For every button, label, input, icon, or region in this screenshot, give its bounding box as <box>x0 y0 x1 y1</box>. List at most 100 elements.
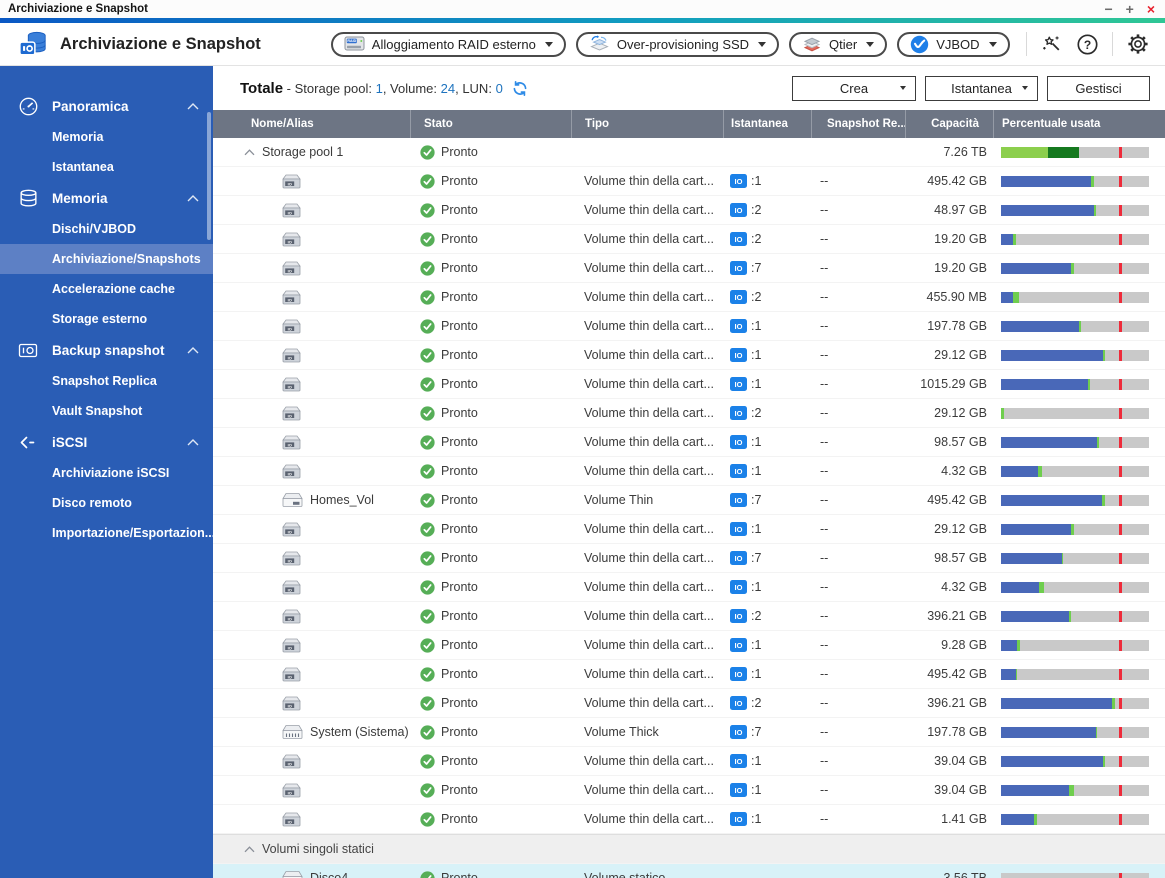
table-row-homes-vol[interactable]: Homes_Vol Pronto Volume Thin IO:7 -- 495.42 G… <box>213 486 1165 515</box>
capacity-cell: 1.41 GB <box>905 812 993 826</box>
snapshot-badge-icon[interactable]: IO <box>730 754 747 768</box>
sidebar-item-dischi-vjbod[interactable]: Dischi/VJBOD <box>0 214 213 244</box>
table-row-volume[interactable]: IO Pronto Volume thin della cart... IO:1 -- 4… <box>213 573 1165 602</box>
snapshot-badge-icon[interactable]: IO <box>730 667 747 681</box>
close-button[interactable]: × <box>1147 2 1155 16</box>
sidebar-item-storage-esterno[interactable]: Storage esterno <box>0 304 213 334</box>
table-row-volume[interactable]: IO Pronto Volume thin della cart... IO:1 -- 4… <box>213 457 1165 486</box>
sidebar-item-snapshot-replica[interactable]: Snapshot Replica <box>0 366 213 396</box>
maximize-button[interactable]: + <box>1126 2 1134 16</box>
snapshot-badge-icon[interactable]: IO <box>730 319 747 333</box>
table-row-volume[interactable]: IO Pronto Volume thin della cart... IO:2 -- 3… <box>213 689 1165 718</box>
minimize-button[interactable]: − <box>1104 2 1112 16</box>
snapshot-badge-icon[interactable]: IO <box>730 290 747 304</box>
snapshot-badge-icon[interactable]: IO <box>730 348 747 362</box>
table-row-volume[interactable]: IO Pronto Volume thin della cart... IO:1 -- 9… <box>213 631 1165 660</box>
sidebar-item-disco-remoto[interactable]: Disco remoto <box>0 488 213 518</box>
usage-bar-segment <box>1112 697 1115 709</box>
snapshot-badge-icon[interactable]: IO <box>730 725 747 739</box>
table-row-system-sistema[interactable]: System (Sistema) Pronto Volume Thick IO:7 --… <box>213 718 1165 747</box>
column-header-capacit[interactable]: Capacità <box>905 110 993 138</box>
snapshot-badge-icon[interactable]: IO <box>730 812 747 826</box>
table-row-storage-pool-1[interactable]: Storage pool 1 Pronto 7.26 TB <box>213 138 1165 167</box>
volume-type: Volume thin della cart... <box>584 290 714 304</box>
sidebar-item-archiviazione-iscsi[interactable]: Archiviazione iSCSI <box>0 458 213 488</box>
table-row-volume[interactable]: IO Pronto Volume thin della cart... IO:1 -- 1… <box>213 805 1165 834</box>
snapshot-badge-icon[interactable]: IO <box>730 261 747 275</box>
sidebar-item-istantanea[interactable]: Istantanea <box>0 152 213 182</box>
chevron-up-icon[interactable] <box>244 845 255 853</box>
pill-button-vjbod[interactable]: VJBOD <box>897 31 1010 57</box>
table-row-volume[interactable]: IO Pronto Volume thin della cart... IO:2 -- 4… <box>213 196 1165 225</box>
chevron-up-icon[interactable] <box>244 148 255 156</box>
settings-gear-icon[interactable] <box>1126 32 1150 56</box>
table-row-volume[interactable]: IO Pronto Volume thin della cart... IO:1 -- 4… <box>213 660 1165 689</box>
pill-button-alloggiamento-raid-esterno[interactable]: RAID Alloggiamento RAID esterno <box>330 31 566 57</box>
sidebar-scrollbar[interactable] <box>207 112 211 240</box>
table-row-volume[interactable]: IO Pronto Volume thin della cart... IO:7 -- 9… <box>213 544 1165 573</box>
table-row-volume[interactable]: IO Pronto Volume thin della cart... IO:1 -- 3… <box>213 776 1165 805</box>
snapshot-badge-icon[interactable]: IO <box>730 435 747 449</box>
crea-button[interactable]: Crea <box>792 75 916 101</box>
sidebar-item-accelerazione-cache[interactable]: Accelerazione cache <box>0 274 213 304</box>
magic-wand-icon[interactable] <box>1040 33 1063 56</box>
column-header-stato[interactable]: Stato <box>410 110 571 138</box>
column-header-tipo[interactable]: Tipo <box>571 110 723 138</box>
table-row-volume[interactable]: IO Pronto Volume thin della cart... IO:1 -- 1… <box>213 370 1165 399</box>
status-text: Pronto <box>441 812 478 826</box>
sidebar-section-iscsi[interactable]: iSCSI <box>0 426 213 458</box>
status-text: Pronto <box>441 580 478 594</box>
sidebar-item-vault-snapshot[interactable]: Vault Snapshot <box>0 396 213 426</box>
refresh-icon[interactable] <box>512 80 528 96</box>
table-row-volume[interactable]: IO Pronto Volume thin della cart... IO:7 -- 1… <box>213 254 1165 283</box>
table-row-volume[interactable]: IO Pronto Volume thin della cart... IO:1 -- 3… <box>213 747 1165 776</box>
snapshot-badge-icon[interactable]: IO <box>730 406 747 420</box>
table-row-volume[interactable]: IO Pronto Volume thin della cart... IO:1 -- 4… <box>213 167 1165 196</box>
table-row-volume[interactable]: IO Pronto Volume thin della cart... IO:1 -- 2… <box>213 341 1165 370</box>
column-header-nome-alias[interactable]: Nome/Alias <box>213 110 410 138</box>
istantanea-button[interactable]: Istantanea <box>925 75 1038 101</box>
sidebar-section-panoramica[interactable]: Panoramica <box>0 90 213 122</box>
snapshot-count: :1 <box>751 464 762 478</box>
snapshot-badge-icon[interactable]: IO <box>730 493 747 507</box>
table-row-volume[interactable]: IO Pronto Volume thin della cart... IO:1 -- 2… <box>213 515 1165 544</box>
sidebar-section-memoria[interactable]: Memoria <box>0 182 213 214</box>
snapshot-badge-icon[interactable]: IO <box>730 638 747 652</box>
snapshot-badge-icon[interactable]: IO <box>730 609 747 623</box>
pill-button-over-provisioning-ssd[interactable]: Over-provisioning SSD <box>575 31 780 57</box>
name-cell: IO <box>213 754 410 769</box>
snapshot-badge-icon[interactable]: IO <box>730 551 747 565</box>
snapshot-badge-icon[interactable]: IO <box>730 522 747 536</box>
table-row-disco4[interactable]: Disco4 Pronto Volume statico -- -- 3.56 TB <box>213 864 1165 878</box>
sidebar-section-backup-snapshot[interactable]: Backup snapshot <box>0 334 213 366</box>
table-row-volume[interactable]: IO Pronto Volume thin della cart... IO:1 -- 1… <box>213 312 1165 341</box>
help-icon[interactable]: ? <box>1076 33 1099 56</box>
table-row-volumi-singoli-statici[interactable]: Volumi singoli statici <box>213 834 1165 864</box>
snapshot-badge-icon[interactable]: IO <box>730 232 747 246</box>
table-row-volume[interactable]: IO Pronto Volume thin della cart... IO:2 -- 3… <box>213 602 1165 631</box>
pill-button-qtier[interactable]: Qtier <box>789 31 888 57</box>
volume-type: Volume statico <box>584 871 666 878</box>
sidebar-item-archiviazione-snapshots[interactable]: Archiviazione/Snapshots <box>0 244 213 274</box>
column-header-istantanea[interactable]: Istantanea <box>723 110 811 138</box>
sidebar-item-importazione-esportazion[interactable]: Importazione/Esportazion... <box>0 518 215 548</box>
replica-value: -- <box>820 551 829 565</box>
sidebar-item-memoria[interactable]: Memoria <box>0 122 213 152</box>
snapshot-badge-icon[interactable]: IO <box>730 696 747 710</box>
snapshot-badge-icon[interactable]: IO <box>730 580 747 594</box>
snapshot-badge-icon[interactable]: IO <box>730 203 747 217</box>
snapshot-badge-icon[interactable]: IO <box>730 377 747 391</box>
snapshot-badge-icon[interactable]: IO <box>730 783 747 797</box>
column-header-snapshot-re[interactable]: Snapshot Re... <box>811 110 905 138</box>
gestisci-button[interactable]: Gestisci <box>1047 75 1150 101</box>
usage-bar-segment <box>1001 436 1098 448</box>
table-row-volume[interactable]: IO Pronto Volume thin della cart... IO:1 -- 9… <box>213 428 1165 457</box>
snapshot-badge-icon[interactable]: IO <box>730 174 747 188</box>
snapshot-badge-icon[interactable]: IO <box>730 464 747 478</box>
column-header-percentuale-usata[interactable]: Percentuale usata <box>993 110 1165 138</box>
usage-bar-segment <box>1070 523 1074 535</box>
table-row-volume[interactable]: IO Pronto Volume thin della cart... IO:2 -- 1… <box>213 225 1165 254</box>
table-row-volume[interactable]: IO Pronto Volume thin della cart... IO:2 -- 2… <box>213 399 1165 428</box>
table-row-volume[interactable]: IO Pronto Volume thin della cart... IO:2 -- 4… <box>213 283 1165 312</box>
capacity-value: 396.21 GB <box>927 696 987 710</box>
